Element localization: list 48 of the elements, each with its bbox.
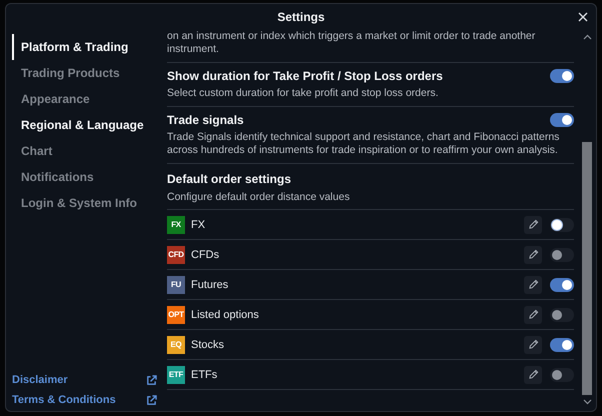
product-badge: FX [167, 216, 185, 234]
toggle-switch[interactable] [550, 308, 574, 322]
setting-description: Trade Signals identify technical support and resistance, chart and Fibonacci patterns across hundreds of instruments for trade inspiration or to reaffirm your own analysis. [167, 131, 560, 157]
product-badge: CFD [167, 246, 185, 264]
close-icon[interactable] [576, 10, 590, 24]
product-badge: OPT [167, 306, 185, 324]
product-badge: EQ [167, 336, 185, 354]
setting-description: on an instrument or index which triggers a market or limit order to trade another instrument. [167, 30, 574, 63]
toggle-switch[interactable] [550, 278, 574, 292]
toggle-switch[interactable] [550, 218, 574, 232]
sidebar-item[interactable]: Regional & Language [12, 112, 163, 138]
section-title: Default order settings [167, 172, 292, 186]
product-badge: ETF [167, 366, 185, 384]
product-label: Stocks [191, 338, 226, 350]
product-label: CFDs [191, 248, 220, 260]
product-label: Listed options [191, 308, 260, 320]
setting-description: Select custom duration for take profit and stop loss orders. [167, 87, 440, 100]
toggle-switch[interactable] [550, 69, 574, 83]
section-description: Configure default order distance values [167, 191, 351, 204]
setting-title: Trade signals [167, 113, 244, 127]
scroll-down-icon[interactable] [582, 399, 592, 405]
setting-title: Show duration for Take Profit / Stop Loss orders [167, 69, 443, 83]
edit-icon[interactable] [524, 306, 542, 324]
external-link-icon [146, 374, 157, 386]
edit-icon[interactable] [524, 366, 542, 384]
toggle-switch[interactable] [550, 338, 574, 352]
toggle-switch[interactable] [550, 248, 574, 262]
sidebar-item[interactable]: Appearance [12, 86, 163, 112]
sidebar-item[interactable]: Login & System Info [12, 190, 163, 216]
product-label: FX [191, 218, 206, 230]
toggle-switch[interactable] [550, 368, 574, 382]
product-label: Futures [191, 278, 230, 290]
edit-icon[interactable] [524, 276, 542, 294]
product-badge: FU [167, 276, 185, 294]
scroll-up-icon[interactable] [582, 34, 592, 40]
edit-icon[interactable] [524, 246, 542, 264]
edit-icon[interactable] [524, 336, 542, 354]
sidebar-item[interactable]: Trading Products [12, 60, 163, 86]
edit-icon[interactable] [524, 216, 542, 234]
sidebar-item[interactable]: Notifications [12, 164, 163, 190]
external-link-icon [146, 394, 157, 406]
sidebar-item[interactable]: Chart [12, 138, 163, 164]
sidebar-link[interactable]: Disclaimer [12, 374, 68, 386]
dialog-title: Settings [277, 10, 325, 24]
sidebar-link[interactable]: Terms & Conditions [12, 394, 116, 406]
sidebar-item[interactable]: Platform & Trading [12, 34, 163, 60]
toggle-switch[interactable] [550, 113, 574, 127]
product-label: ETFs [191, 368, 218, 380]
